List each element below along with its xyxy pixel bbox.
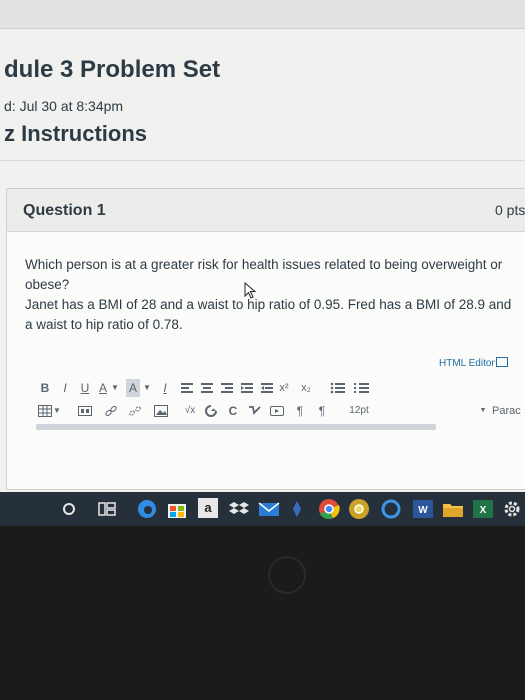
underline-icon[interactable]: U <box>78 379 92 397</box>
editor-toolbar-row2: ▼ √x C ¶ ¶ 12pt ▼ Parac <box>30 402 525 422</box>
equation-icon[interactable]: √x <box>180 402 200 420</box>
lti-tool-icon[interactable] <box>204 402 218 420</box>
chrome-icon[interactable] <box>318 498 340 520</box>
svg-text:W: W <box>418 505 428 516</box>
amazon-icon[interactable]: a <box>198 498 218 518</box>
question-details: Janet has a BMI of 28 and a waist to hip… <box>25 297 512 332</box>
due-date: d: Jul 30 at 8:34pm <box>4 98 124 114</box>
align-left-icon[interactable] <box>180 379 194 397</box>
align-right-icon[interactable] <box>220 379 234 397</box>
font-size-select[interactable]: 12pt <box>342 402 376 420</box>
record-icon[interactable]: C <box>226 402 240 420</box>
mail-icon[interactable] <box>258 498 280 520</box>
question-prompt: Which person is at a greater risk for he… <box>25 257 503 292</box>
superscript-icon[interactable]: x² <box>276 379 292 397</box>
align-center-icon[interactable] <box>200 379 214 397</box>
editor-toolbar-row1: B I U A ▼ A ▼ I x² x₂ <box>30 379 525 399</box>
edge-icon[interactable] <box>136 498 158 520</box>
question-header: Question 1 0 pts <box>7 189 525 232</box>
ltr-icon[interactable]: ¶ <box>292 402 308 420</box>
svg-text:X: X <box>480 505 487 516</box>
embed-icon[interactable] <box>270 402 284 420</box>
clear-format-icon[interactable]: I <box>158 379 172 397</box>
word-icon[interactable]: W <box>412 498 434 520</box>
numbered-list-icon[interactable] <box>354 379 370 397</box>
table-dropdown-icon[interactable]: ▼ <box>52 402 62 420</box>
outdent-icon[interactable] <box>260 379 274 397</box>
link-icon[interactable] <box>104 402 118 420</box>
image-icon[interactable] <box>154 402 168 420</box>
page-title: dule 3 Problem Set <box>4 56 221 83</box>
windows-taskbar: a W X <box>0 492 525 526</box>
word-pin-icon[interactable] <box>290 498 304 520</box>
html-editor-link[interactable]: HTML Editor <box>439 357 508 369</box>
background-color-icon[interactable]: A <box>126 379 140 397</box>
indent-icon[interactable] <box>240 379 254 397</box>
task-view-icon[interactable] <box>98 501 116 517</box>
media-icon[interactable] <box>78 402 92 420</box>
paragraph-select[interactable]: Parac <box>492 402 525 420</box>
dropbox-icon[interactable] <box>228 498 250 520</box>
browser-topbar <box>0 0 525 29</box>
paragraph-dropdown-icon[interactable]: ▼ <box>478 402 488 420</box>
cortana-icon[interactable] <box>62 502 76 516</box>
rtl-icon[interactable]: ¶ <box>314 402 330 420</box>
question-card: Question 1 0 pts Which person is at a gr… <box>6 188 525 490</box>
chrome-canary-icon[interactable] <box>348 498 370 520</box>
excel-icon[interactable]: X <box>472 498 494 520</box>
bold-icon[interactable]: B <box>38 379 52 397</box>
hp-logo-icon <box>268 556 306 594</box>
background-color-dropdown-icon[interactable]: ▼ <box>142 379 152 397</box>
mouse-cursor-icon <box>244 282 257 299</box>
text-color-dropdown-icon[interactable]: ▼ <box>110 379 120 397</box>
question-title: Question 1 <box>23 202 106 219</box>
text-color-icon[interactable]: A <box>96 379 110 397</box>
editor-resize-bar <box>36 424 436 430</box>
quiz-instructions-heading: z Instructions <box>4 121 148 146</box>
question-text: Which person is at a greater risk for he… <box>25 255 513 335</box>
question-points: 0 pts <box>495 202 525 218</box>
cortana-ring-icon[interactable] <box>380 498 402 520</box>
browser-screen: dule 3 Problem Set d: Jul 30 at 8:34pm z… <box>0 0 525 492</box>
html-editor-label[interactable]: HTML Editor <box>439 358 495 369</box>
store-icon[interactable] <box>166 498 188 520</box>
bullet-list-icon[interactable] <box>330 379 346 397</box>
checkmark-icon[interactable] <box>248 402 262 420</box>
italic-icon[interactable]: I <box>58 379 72 397</box>
settings-icon[interactable] <box>502 498 522 520</box>
divider <box>0 160 525 161</box>
table-icon[interactable] <box>38 402 52 420</box>
html-editor-icon <box>495 357 508 367</box>
unlink-icon[interactable] <box>128 402 142 420</box>
subscript-icon[interactable]: x₂ <box>298 379 314 397</box>
file-explorer-icon[interactable] <box>442 498 464 520</box>
